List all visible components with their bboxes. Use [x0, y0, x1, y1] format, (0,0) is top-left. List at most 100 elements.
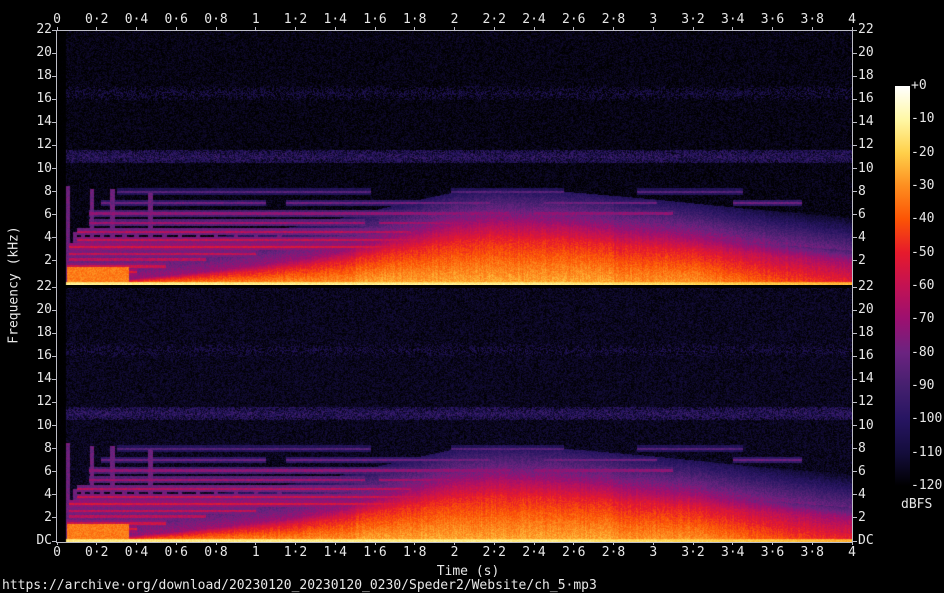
tick-mark — [853, 541, 857, 542]
y-axis-title: Frequency (kHz) — [7, 226, 22, 343]
spectrogram-screenshot: { "window": { "background": "#000000", "… — [0, 0, 944, 593]
tick-mark — [853, 287, 857, 288]
time-tick-label: 1·8 — [403, 13, 426, 27]
freq-tick-label: 20 — [0, 46, 52, 60]
freq-tick-label: 6 — [858, 208, 866, 222]
freq-tick-label: 12 — [858, 138, 874, 152]
time-tick-label: 1·8 — [403, 546, 426, 560]
time-tick-label: 3·2 — [681, 546, 704, 560]
time-tick-label: 2·6 — [562, 13, 585, 27]
time-tick-label: 3 — [649, 13, 657, 27]
time-tick-label: 0·2 — [85, 546, 108, 560]
colorbar-tick-label: -50 — [911, 246, 934, 260]
colorbar-tick-label: -120 — [911, 479, 942, 493]
freq-tick-label: 6 — [0, 465, 52, 479]
colorbar-tick-label: -40 — [911, 212, 934, 226]
time-tick-label: 2·4 — [522, 13, 545, 27]
time-tick-label: 3·6 — [761, 546, 784, 560]
freq-tick-label: 10 — [858, 419, 874, 433]
tick-mark — [853, 356, 857, 357]
tick-mark — [853, 237, 857, 238]
colorbar-tick-label: -80 — [911, 346, 934, 360]
time-tick-label: 0·6 — [165, 13, 188, 27]
time-tick-label: 1·6 — [363, 546, 386, 560]
freq-tick-label: 4 — [858, 488, 866, 502]
time-tick-label: 0·4 — [125, 13, 148, 27]
time-tick-label: 0 — [53, 546, 61, 560]
freq-tick-label: 14 — [0, 372, 52, 386]
time-tick-label: 1 — [252, 13, 260, 27]
freq-tick-label-dc: DC — [0, 534, 52, 548]
time-tick-label: 0·8 — [204, 13, 227, 27]
freq-tick-label: 22 — [858, 23, 874, 37]
colorbar-unit-label: dBFS — [901, 497, 932, 512]
tick-mark — [853, 53, 857, 54]
freq-tick-label: 2 — [858, 254, 866, 268]
freq-tick-label: 12 — [858, 395, 874, 409]
time-tick-label: 2·2 — [483, 13, 506, 27]
freq-tick-label: 10 — [858, 162, 874, 176]
freq-tick-label: 6 — [858, 465, 866, 479]
x-axis-title: Time (s) — [437, 564, 500, 579]
source-url-text: https://archive·org/download/20230120_20… — [2, 578, 597, 593]
freq-tick-label: 2 — [0, 511, 52, 525]
time-tick-label: 3·8 — [801, 13, 824, 27]
freq-tick-label: 20 — [858, 46, 874, 60]
time-tick-label: 3·6 — [761, 13, 784, 27]
colorbar-tick-label: -60 — [911, 279, 934, 293]
tick-mark — [853, 260, 857, 261]
tick-mark — [853, 425, 857, 426]
time-tick-label: 0·4 — [125, 546, 148, 560]
time-tick-label: 2·4 — [522, 546, 545, 560]
time-tick-label: 3·4 — [721, 13, 744, 27]
freq-tick-label: 14 — [858, 115, 874, 129]
spectrogram-channel-2 — [57, 288, 852, 542]
freq-tick-label: 22 — [0, 23, 52, 37]
tick-mark — [853, 402, 857, 403]
time-tick-label: 1 — [252, 546, 260, 560]
freq-tick-label: 10 — [0, 419, 52, 433]
freq-tick-label: 16 — [0, 92, 52, 106]
colorbar-tick-label: +0 — [911, 79, 927, 93]
tick-mark — [853, 379, 857, 380]
time-tick-label: 1·4 — [324, 13, 347, 27]
freq-tick-label: 22 — [858, 280, 874, 294]
time-tick-label: 1·2 — [284, 546, 307, 560]
time-tick-label: 3·4 — [721, 546, 744, 560]
freq-tick-label: 10 — [0, 162, 52, 176]
colorbar-tick-label: -20 — [911, 146, 934, 160]
freq-tick-label: 8 — [858, 185, 866, 199]
freq-tick-label: 8 — [0, 442, 52, 456]
time-tick-label: 1·6 — [363, 13, 386, 27]
time-tick-label: 0·6 — [165, 546, 188, 560]
time-tick-label: 2·6 — [562, 546, 585, 560]
colorbar-tick-label: -90 — [911, 379, 934, 393]
time-tick-label: 2·2 — [483, 546, 506, 560]
freq-tick-label: 6 — [0, 208, 52, 222]
colorbar-tick-label: -70 — [911, 312, 934, 326]
spectrogram-channel-1 — [57, 31, 852, 285]
tick-mark — [853, 122, 857, 123]
freq-tick-label-dc: DC — [858, 534, 874, 548]
freq-tick-label: 18 — [858, 69, 874, 83]
colorbar-tick-label: -110 — [911, 446, 942, 460]
freq-tick-label: 14 — [858, 372, 874, 386]
freq-tick-label: 18 — [858, 326, 874, 340]
tick-mark — [853, 214, 857, 215]
freq-tick-label: 8 — [858, 442, 866, 456]
time-tick-label: 2 — [451, 546, 459, 560]
time-tick-label: 3·8 — [801, 546, 824, 560]
time-tick-label: 4 — [848, 546, 856, 560]
freq-tick-label: 16 — [858, 92, 874, 106]
tick-mark — [853, 99, 857, 100]
freq-tick-label: 12 — [0, 138, 52, 152]
colorbar-tick-label: -100 — [911, 412, 942, 426]
time-tick-label: 1·2 — [284, 13, 307, 27]
colorbar-tick-label: -10 — [911, 112, 934, 126]
freq-tick-label: 16 — [0, 349, 52, 363]
time-tick-label: 3·2 — [681, 13, 704, 27]
time-tick-label: 0·8 — [204, 546, 227, 560]
freq-tick-label: 18 — [0, 69, 52, 83]
time-tick-label: 2·8 — [602, 546, 625, 560]
tick-mark — [853, 168, 857, 169]
